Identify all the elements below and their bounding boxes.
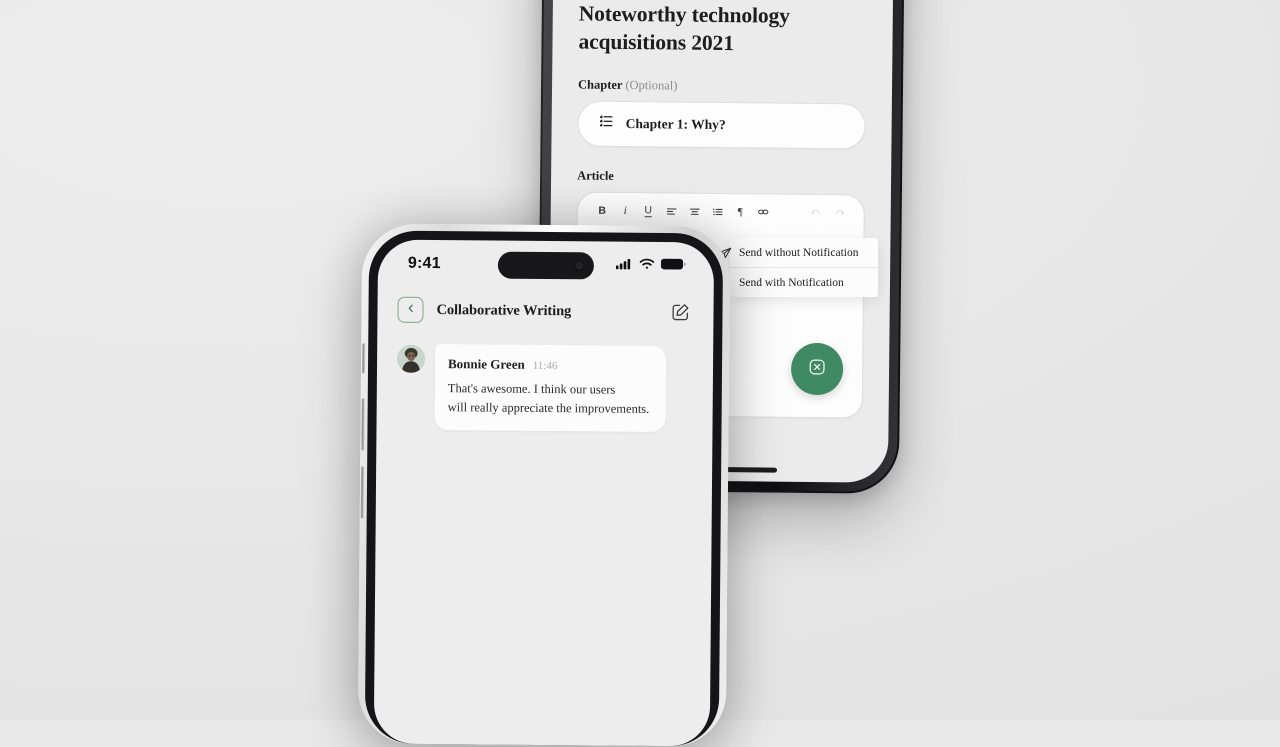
align-center-icon[interactable] bbox=[683, 200, 706, 223]
undo-icon[interactable] bbox=[805, 201, 828, 224]
battery-icon bbox=[660, 257, 686, 275]
chat-header: Collaborative Writing bbox=[377, 288, 713, 335]
redo-icon[interactable] bbox=[828, 201, 851, 224]
message-text: That's awesome. I think our users will r… bbox=[447, 381, 650, 416]
chapter-optional-text: (Optional) bbox=[625, 78, 678, 93]
link-icon[interactable] bbox=[752, 201, 775, 224]
mute-switch-button[interactable] bbox=[361, 343, 366, 374]
message-bubble: Bonnie Green 11:46 That's awesome. I thi… bbox=[434, 344, 666, 433]
cellular-signal-icon bbox=[615, 257, 633, 275]
article-field-label: Article bbox=[577, 168, 614, 184]
volume-up-button[interactable] bbox=[361, 398, 365, 451]
list-item: Bonnie Green 11:46 That's awesome. I thi… bbox=[376, 332, 713, 433]
message-time: 11:46 bbox=[532, 359, 558, 373]
status-bar: 9:41 bbox=[378, 240, 714, 291]
paragraph-icon[interactable]: ¶ bbox=[729, 200, 752, 223]
edit-square-icon bbox=[669, 304, 691, 327]
wifi-icon bbox=[639, 257, 655, 275]
chapter-label-text: Chapter bbox=[577, 77, 623, 93]
list-outline-icon bbox=[599, 114, 614, 134]
message-sender: Bonnie Green bbox=[447, 356, 525, 372]
ordered-list-icon[interactable] bbox=[706, 200, 729, 223]
chat-phone: 9:41 Collaborative Writing Bonnie Green … bbox=[357, 223, 731, 747]
back-button[interactable] bbox=[397, 296, 424, 323]
scene-background: Noteworthy technology acquisitions 2021 … bbox=[0, 0, 1280, 747]
italic-icon[interactable]: i bbox=[614, 199, 637, 222]
front-camera-icon bbox=[573, 260, 585, 272]
page-title: Noteworthy technology acquisitions 2021 bbox=[578, 1, 791, 56]
send-with-notification-item[interactable]: Send with Notification bbox=[730, 267, 878, 297]
dynamic-island bbox=[497, 251, 595, 280]
chapter-input-value: Chapter 1: Why? bbox=[625, 116, 726, 133]
message-header: Bonnie Green 11:46 bbox=[448, 356, 650, 374]
chapter-field-label: Chapter (Optional) bbox=[578, 78, 866, 96]
underline-icon[interactable]: U bbox=[637, 199, 660, 222]
chevron-left-icon bbox=[405, 301, 416, 319]
send-options-menu: Send without Notification Send with Noti… bbox=[730, 238, 878, 297]
close-fab-button[interactable] bbox=[790, 343, 844, 396]
status-time: 9:41 bbox=[407, 254, 441, 273]
volume-down-button[interactable] bbox=[360, 466, 365, 519]
status-icons bbox=[615, 257, 686, 276]
close-square-icon bbox=[806, 356, 828, 383]
send-without-notification-item[interactable]: Send without Notification bbox=[730, 238, 878, 267]
compose-button[interactable] bbox=[669, 301, 691, 323]
align-left-icon[interactable] bbox=[660, 200, 683, 223]
chat-title: Collaborative Writing bbox=[436, 301, 572, 319]
avatar[interactable] bbox=[396, 344, 426, 373]
chapter-input[interactable]: Chapter 1: Why? bbox=[577, 100, 866, 150]
chat-screen: 9:41 Collaborative Writing Bonnie Green … bbox=[373, 239, 715, 747]
bold-icon[interactable]: B bbox=[591, 199, 614, 222]
